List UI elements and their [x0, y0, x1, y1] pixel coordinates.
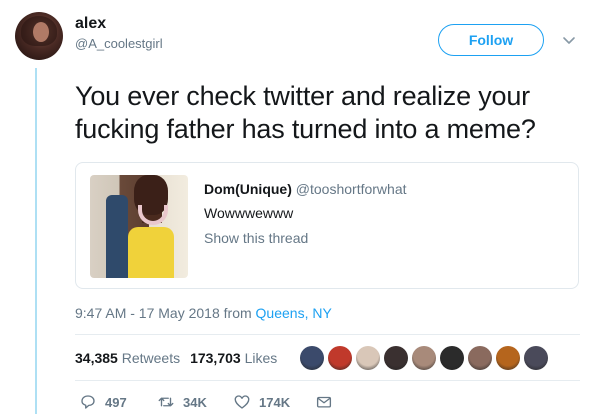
retweet-icon [158, 397, 174, 407]
tweet-stats: 34,385 Retweets 173,703 Likes [75, 349, 277, 367]
liker-avatar[interactable] [468, 346, 492, 370]
quoted-handle: @tooshortforwhat [295, 181, 407, 197]
follow-button[interactable]: Follow [438, 24, 544, 56]
likes-label: Likes [244, 350, 278, 366]
likes-stat[interactable]: 173,703 Likes [190, 349, 277, 367]
liker-avatar[interactable] [440, 346, 464, 370]
quoted-tweet-text: Wowwwewww [204, 205, 294, 221]
like-count: 174K [259, 394, 291, 410]
reply-count: 497 [105, 394, 127, 410]
location-link[interactable]: Queens, NY [256, 305, 332, 321]
liker-avatar[interactable] [412, 346, 436, 370]
tweet-actions: 497 34K 174K [75, 393, 375, 413]
quoted-tweet-author: Dom(Unique) @tooshortforwhat [204, 180, 407, 198]
chevron-down-icon[interactable] [561, 32, 577, 48]
reply-action[interactable]: 497 [79, 393, 127, 411]
message-action[interactable] [315, 393, 333, 411]
liker-avatar[interactable] [384, 346, 408, 370]
tweet-timestamp: 9:47 AM - 17 May 2018 from Queens, NY [75, 304, 332, 322]
liker-avatar[interactable] [300, 346, 324, 370]
liker-avatars [300, 346, 548, 370]
liker-avatar[interactable] [356, 346, 380, 370]
retweets-label: Retweets [121, 350, 181, 366]
quoted-tweet-image [90, 175, 188, 278]
show-thread-link[interactable]: Show this thread [204, 229, 407, 247]
author-display-name[interactable]: alex [75, 14, 163, 34]
retweet-count: 34K [183, 394, 207, 410]
reply-icon [81, 395, 95, 409]
tweet-text: You ever check twitter and realize your … [75, 81, 536, 144]
heart-icon [234, 395, 250, 409]
divider [75, 380, 580, 381]
divider [75, 334, 580, 335]
author-handle[interactable]: @A_coolestgirl [75, 35, 163, 53]
avatar[interactable] [15, 12, 63, 60]
quoted-tweet[interactable]: Dom(Unique) @tooshortforwhat Wowwwewww S… [75, 162, 579, 289]
quoted-tweet-body: Dom(Unique) @tooshortforwhat Wowwwewww S… [204, 180, 407, 247]
timestamp-text[interactable]: 9:47 AM - 17 May 2018 from [75, 305, 252, 321]
quoted-display-name: Dom(Unique) [204, 181, 292, 197]
tweet-header: alex @A_coolestgirl [75, 14, 163, 53]
retweets-count: 34,385 [75, 350, 118, 366]
liker-avatar[interactable] [524, 346, 548, 370]
liker-avatar[interactable] [496, 346, 520, 370]
thread-line [35, 68, 37, 414]
retweets-stat[interactable]: 34,385 Retweets [75, 349, 180, 367]
likes-count: 173,703 [190, 350, 241, 366]
retweet-action[interactable]: 34K [157, 393, 207, 411]
liker-avatar[interactable] [328, 346, 352, 370]
like-action[interactable]: 174K [233, 393, 290, 411]
envelope-icon [316, 396, 332, 408]
